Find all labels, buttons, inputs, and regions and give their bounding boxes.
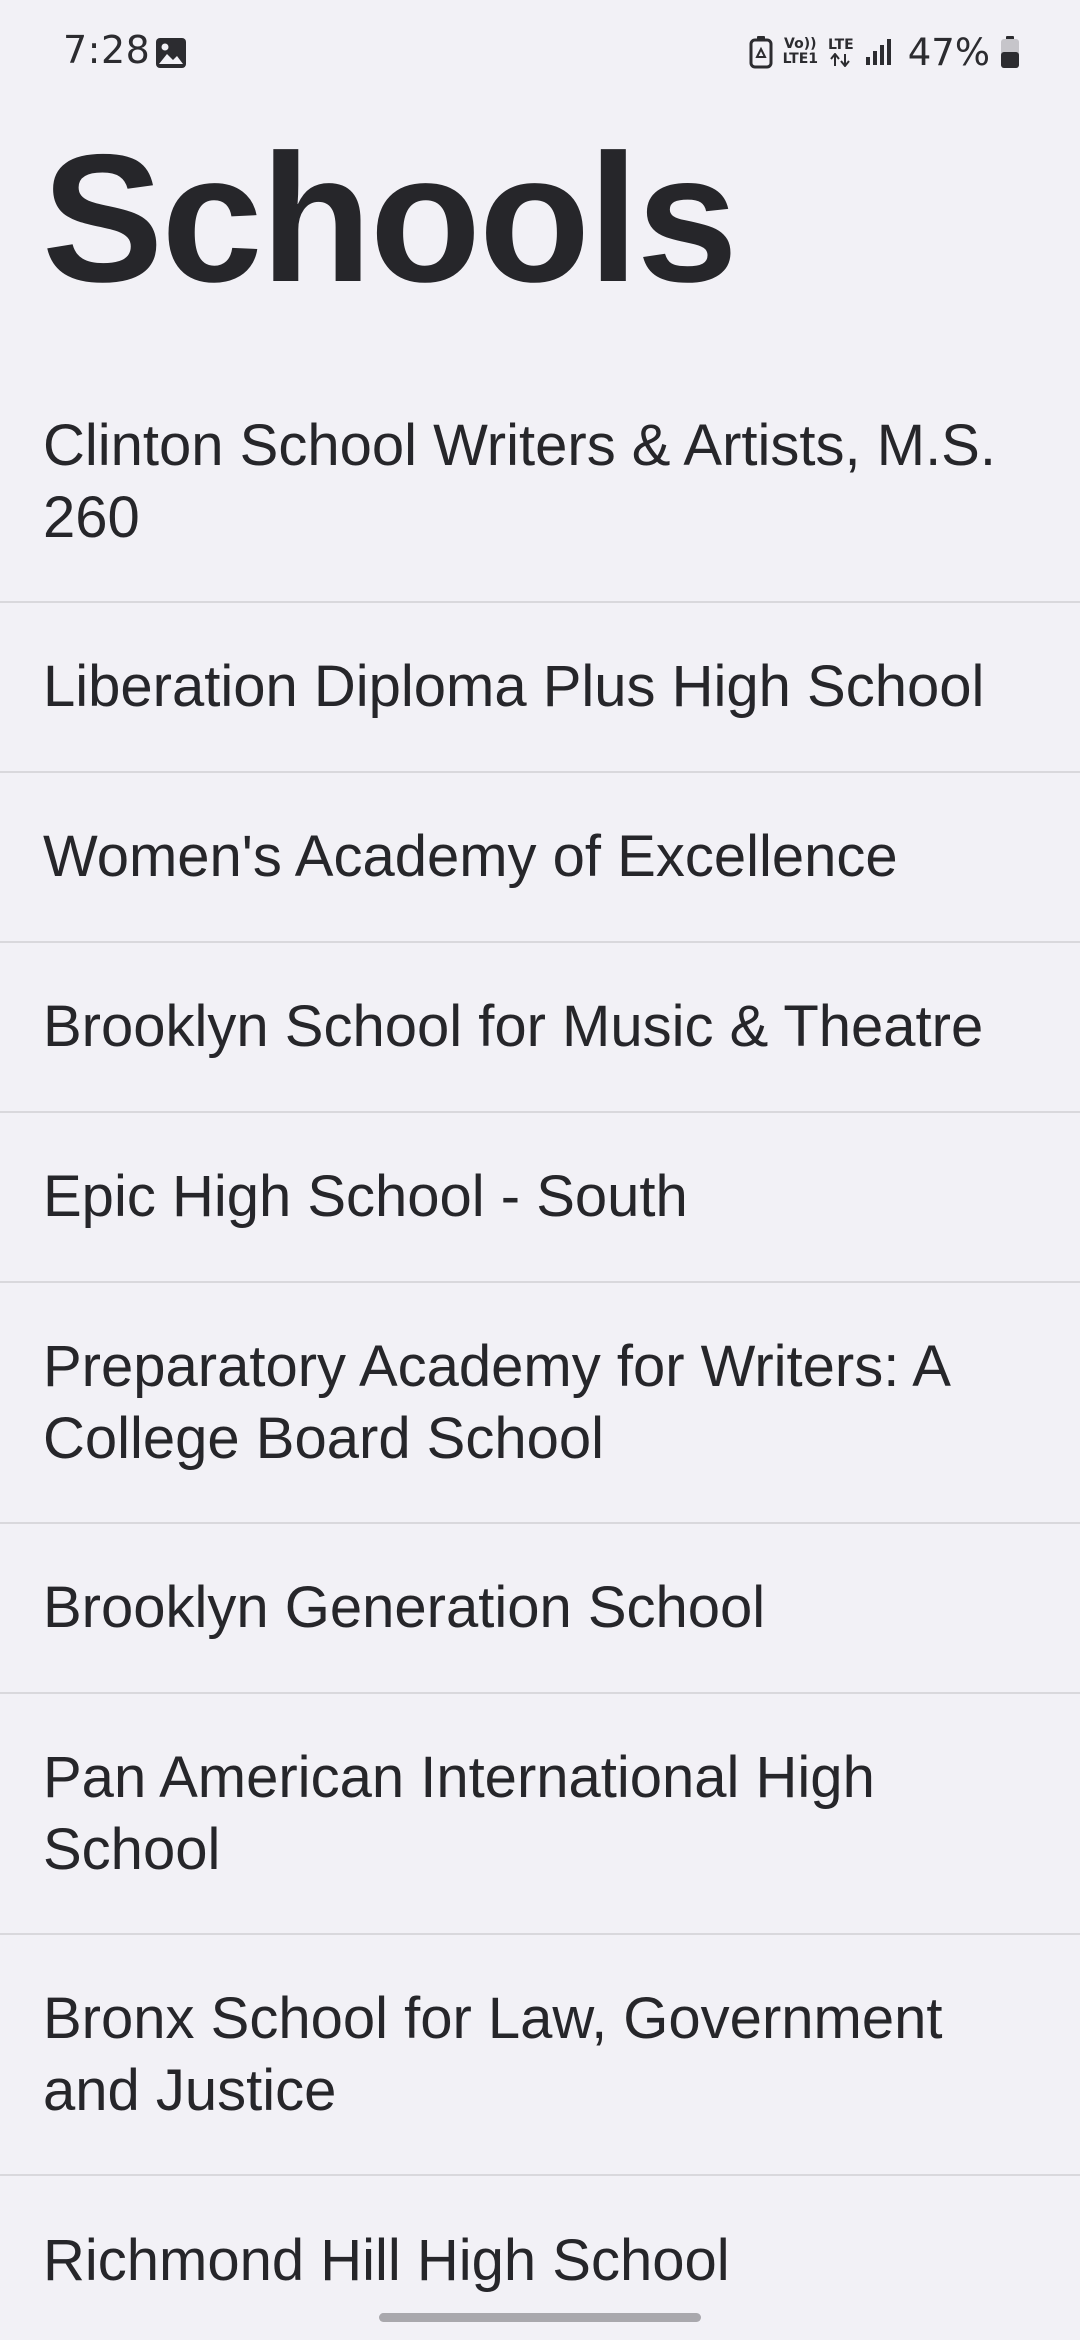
volte-top-label: Vo))	[784, 36, 817, 52]
school-name: Epic High School - South	[43, 1164, 688, 1229]
school-name: Bronx School for Law, Government and Jus…	[43, 1985, 943, 2123]
volte-bottom-label: LTE1	[782, 51, 819, 67]
school-list-item[interactable]: Preparatory Academy for Writers: A Colle…	[0, 1283, 1080, 1524]
school-list-item[interactable]: Brooklyn School for Music & Theatre	[0, 943, 1080, 1113]
school-name: Clinton School Writers & Artists, M.S. 2…	[43, 412, 996, 550]
data-arrows-icon	[828, 52, 854, 67]
image-icon	[154, 36, 188, 70]
school-list-item[interactable]: Liberation Diploma Plus High School	[0, 603, 1080, 773]
battery-percent: 47%	[907, 30, 990, 74]
schools-screen: 7:28 Vo)) LTE1 LTE 47% Schools Clinton S…	[0, 0, 1080, 2340]
school-name: Pan American International High School	[43, 1744, 875, 1882]
status-icons: Vo)) LTE1 LTE 47%	[749, 28, 1020, 76]
status-time: 7:28	[63, 28, 151, 72]
school-list-item[interactable]: Epic High School - South	[0, 1113, 1080, 1283]
school-list-item[interactable]: Women's Academy of Excellence	[0, 773, 1080, 943]
school-name: Women's Academy of Excellence	[43, 824, 898, 889]
battery-icon	[1000, 35, 1020, 69]
volte-icon: Vo)) LTE1	[783, 37, 818, 67]
school-list: Clinton School Writers & Artists, M.S. 2…	[0, 362, 1080, 2340]
battery-saver-icon	[749, 35, 773, 69]
school-list-item[interactable]: Brooklyn Generation School	[0, 1524, 1080, 1694]
school-name: Brooklyn Generation School	[43, 1575, 766, 1640]
school-name: Brooklyn School for Music & Theatre	[43, 994, 984, 1059]
school-list-item[interactable]: Pan American International High School	[0, 1694, 1080, 1935]
home-indicator[interactable]	[379, 2313, 701, 2322]
school-name: Richmond Hill High School	[43, 2228, 730, 2293]
school-list-item[interactable]: Clinton School Writers & Artists, M.S. 2…	[0, 362, 1080, 603]
page-title: Schools	[42, 116, 738, 320]
school-name: Liberation Diploma Plus High School	[43, 654, 985, 719]
lte-data-icon: LTE	[828, 36, 854, 67]
school-list-item[interactable]: Bronx School for Law, Government and Jus…	[0, 1935, 1080, 2176]
network-type-label: LTE	[828, 36, 854, 53]
signal-icon	[864, 37, 894, 67]
status-bar: 7:28 Vo)) LTE1 LTE 47%	[0, 0, 1080, 104]
school-name: Preparatory Academy for Writers: A Colle…	[43, 1333, 948, 1471]
